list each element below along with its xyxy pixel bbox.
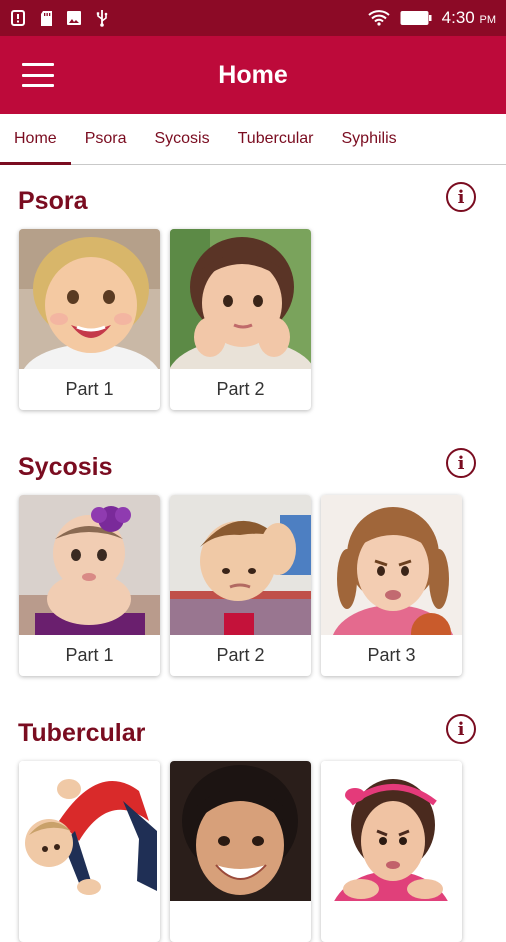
card-tubercular-3[interactable] bbox=[321, 761, 462, 942]
tab-syphilis[interactable]: Syphilis bbox=[328, 114, 411, 164]
info-icon[interactable]: i bbox=[446, 182, 476, 212]
usb-icon bbox=[94, 9, 110, 27]
pouting-girl-pigtails-image bbox=[321, 495, 462, 635]
info-icon[interactable]: i bbox=[446, 448, 476, 478]
tab-tubercular[interactable]: Tubercular bbox=[224, 114, 328, 164]
battery-icon bbox=[400, 9, 432, 27]
smiling-toddler-image bbox=[19, 229, 160, 369]
section-title: Tubercular bbox=[18, 719, 146, 747]
section-title: Sycosis bbox=[18, 453, 113, 481]
card-label: Part 3 bbox=[367, 645, 416, 665]
status-bar: 4:30 PM bbox=[0, 0, 506, 36]
card-label: Part 1 bbox=[65, 379, 114, 399]
section-sycosis: Sycosis i Part 1 Part 2 Part 3 bbox=[0, 431, 506, 701]
tab-home[interactable]: Home bbox=[0, 114, 71, 165]
girl-pink-headband-image bbox=[321, 761, 462, 901]
card-sycosis-part-3[interactable]: Part 3 bbox=[321, 495, 462, 676]
image-icon bbox=[66, 9, 82, 27]
wifi-icon bbox=[368, 9, 390, 27]
sd-card-icon bbox=[38, 9, 54, 27]
card-label: Part 2 bbox=[216, 379, 265, 399]
notification-alert-icon bbox=[10, 9, 26, 27]
card-tubercular-2[interactable] bbox=[170, 761, 311, 942]
baby-with-purple-bow-image bbox=[19, 495, 160, 635]
tab-bar: Home Psora Sycosis Tubercular Syphilis bbox=[0, 114, 506, 165]
card-sycosis-part-2[interactable]: Part 2 bbox=[170, 495, 311, 676]
card-sycosis-part-1[interactable]: Part 1 bbox=[19, 495, 160, 676]
card-label: Part 2 bbox=[216, 645, 265, 665]
toddler-hands-on-cheeks-image bbox=[170, 229, 311, 369]
card-tubercular-1[interactable] bbox=[19, 761, 160, 942]
page-title: Home bbox=[218, 60, 288, 89]
status-time: 4:30 PM bbox=[441, 8, 497, 27]
child-in-backbend-image bbox=[19, 761, 160, 901]
section-psora: Psora i Part 1 Part 2 bbox=[0, 165, 506, 435]
menu-icon[interactable] bbox=[22, 63, 54, 87]
card-label: Part 1 bbox=[65, 645, 114, 665]
card-psora-part-2[interactable]: Part 2 bbox=[170, 229, 311, 410]
section-tubercular: Tubercular i bbox=[0, 697, 506, 942]
smiling-boy-image bbox=[170, 761, 311, 901]
card-psora-part-1[interactable]: Part 1 bbox=[19, 229, 160, 410]
status-ampm: PM bbox=[479, 14, 497, 26]
info-icon[interactable]: i bbox=[446, 714, 476, 744]
app-bar: Home bbox=[0, 36, 506, 114]
section-title: Psora bbox=[18, 187, 88, 215]
tab-sycosis[interactable]: Sycosis bbox=[140, 114, 223, 164]
tab-psora[interactable]: Psora bbox=[71, 114, 141, 164]
boy-holding-head-image bbox=[170, 495, 311, 635]
